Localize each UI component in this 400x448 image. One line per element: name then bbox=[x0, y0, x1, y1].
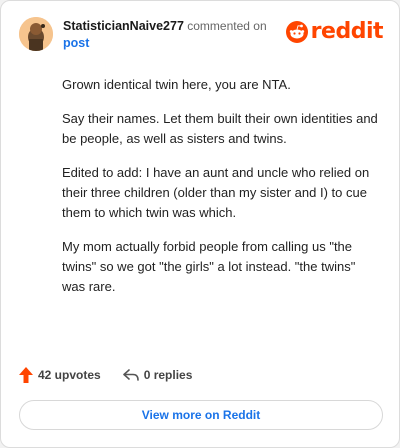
reply-count: 0 replies bbox=[143, 368, 193, 382]
reply-button[interactable]: 0 replies bbox=[122, 368, 193, 382]
comment-paragraph: Grown identical twin here, you are NTA. bbox=[62, 77, 291, 92]
post-link[interactable]: post bbox=[63, 35, 267, 52]
reddit-wordmark: reddit bbox=[310, 19, 384, 44]
upvote-arrow-icon bbox=[19, 367, 33, 383]
comment-card: StatisticianNaive277 commented on post r… bbox=[0, 0, 400, 448]
comment-paragraph: Edited to add: I have an aunt and uncle … bbox=[62, 165, 370, 220]
comment-body: Grown identical twin here, you are NTA. … bbox=[62, 75, 382, 311]
reddit-logo[interactable]: reddit bbox=[285, 19, 384, 44]
comment-meta: StatisticianNaive277 commented on post bbox=[63, 18, 267, 52]
comment-paragraph: Say their names. Let them built their ow… bbox=[62, 111, 378, 146]
comment-header: StatisticianNaive277 commented on post r… bbox=[19, 15, 384, 55]
upvote-count: 42 upvotes bbox=[38, 368, 101, 382]
reddit-logo-icon bbox=[285, 20, 308, 43]
username[interactable]: StatisticianNaive277 bbox=[63, 19, 184, 33]
comment-actions: 42 upvotes 0 replies bbox=[19, 367, 214, 383]
view-more-button[interactable]: View more on Reddit bbox=[19, 400, 383, 430]
avatar-icon bbox=[19, 17, 53, 51]
commented-on-text: commented on bbox=[187, 19, 267, 33]
upvote-button[interactable]: 42 upvotes bbox=[19, 367, 101, 383]
avatar[interactable] bbox=[19, 17, 53, 51]
reply-arrow-icon bbox=[122, 369, 139, 381]
comment-paragraph: My mom actually forbid people from calli… bbox=[62, 239, 356, 294]
